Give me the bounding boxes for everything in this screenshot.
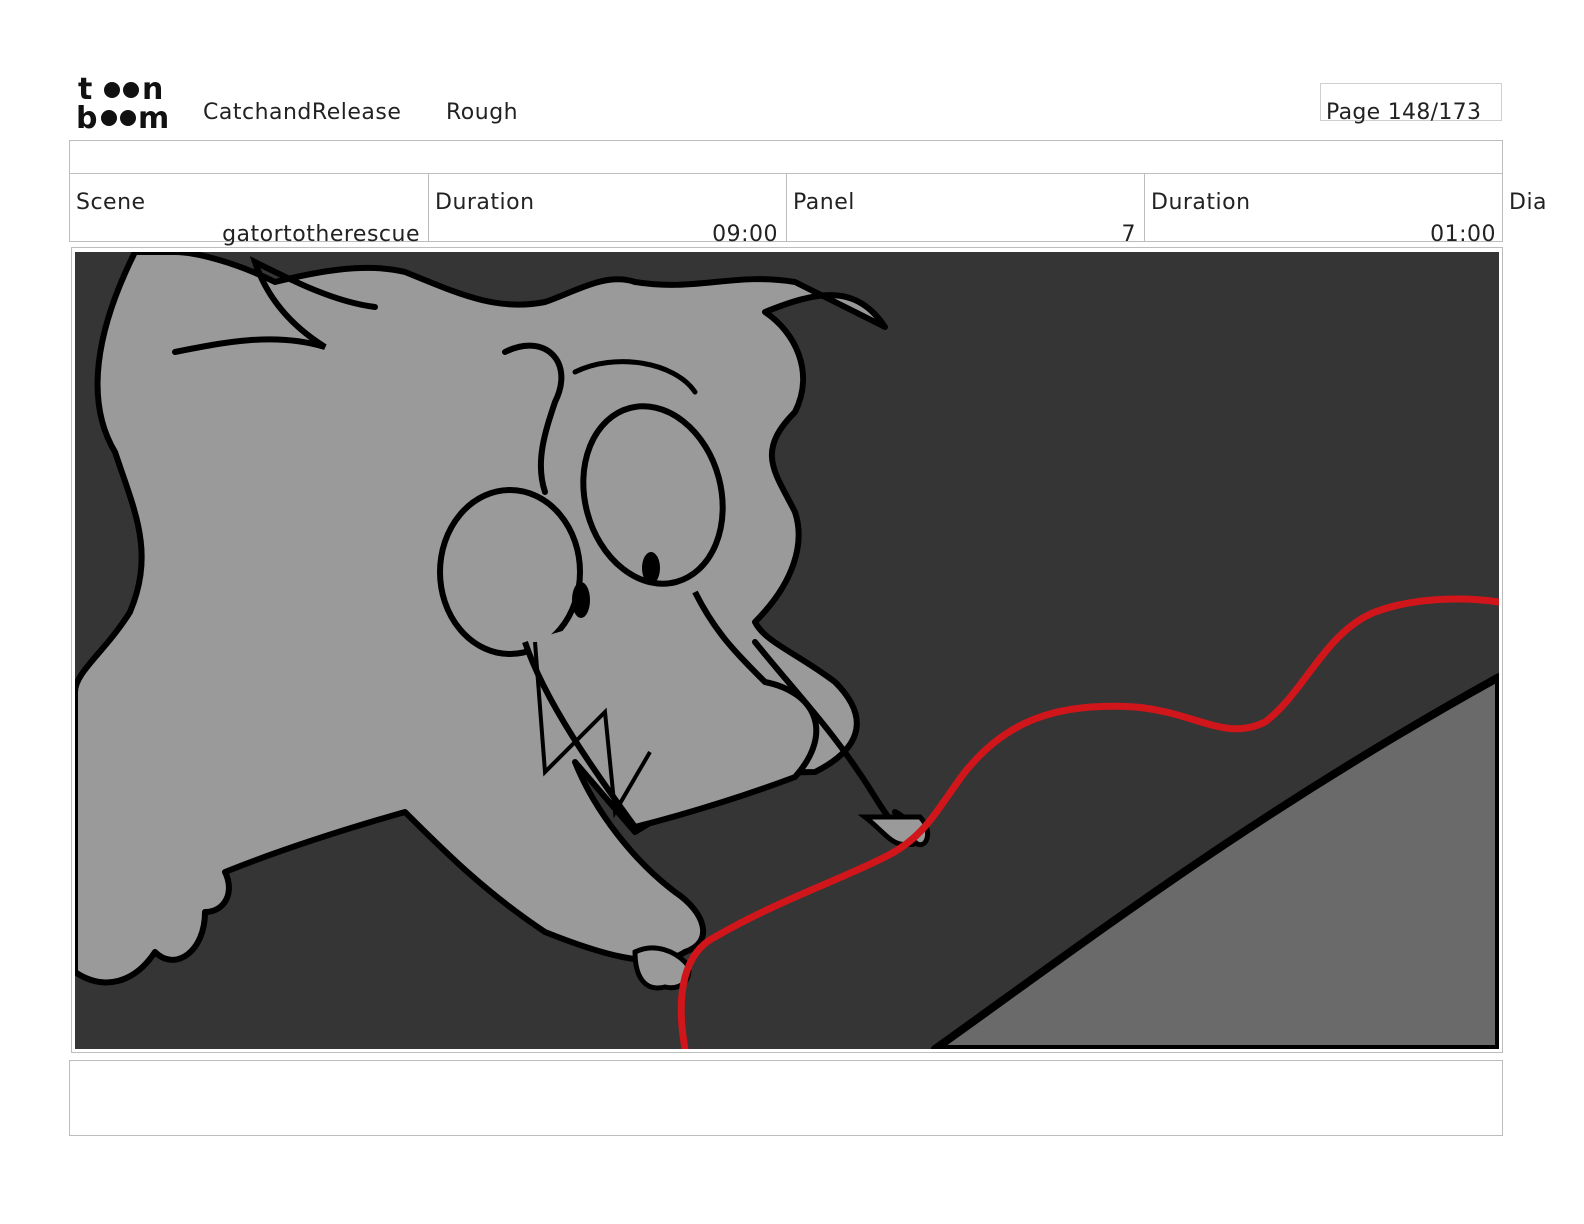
panel-duration-cell: Duration 01:00 — [1145, 174, 1504, 247]
storyboard-panel-image — [75, 252, 1499, 1049]
page-number: Page 148/173 — [1326, 100, 1482, 125]
panel-duration-value: 01:00 — [1430, 222, 1496, 247]
toonboom-logo: t n b m — [76, 72, 169, 132]
panel-cell: Panel 7 — [787, 174, 1145, 247]
scene-duration-value: 09:00 — [712, 222, 778, 247]
caption-box — [69, 1060, 1503, 1136]
panel-label: Panel — [793, 190, 855, 215]
dialogue-label: Dia — [1509, 190, 1548, 215]
header-strip — [69, 140, 1503, 174]
mode-label: Rough — [446, 100, 519, 125]
scene-duration-label: Duration — [435, 190, 535, 215]
panel-duration-label: Duration — [1151, 190, 1251, 215]
gator-pupil-left — [572, 582, 590, 618]
project-name: CatchandRelease — [203, 100, 402, 125]
scene-label: Scene — [76, 190, 146, 215]
scene-duration-cell: Duration 09:00 — [429, 174, 787, 247]
scene-cell: Scene gatortotherescue — [70, 174, 429, 247]
scene-value: gatortotherescue — [222, 222, 420, 247]
panel-value: 7 — [1121, 222, 1136, 247]
panel-info-row: Scene gatortotherescue Duration 09:00 Pa… — [69, 174, 1504, 247]
gator-eye-left — [437, 487, 583, 657]
gator-pupil-right — [642, 552, 660, 584]
svg-text:m: m — [138, 101, 169, 132]
svg-text:b: b — [76, 101, 97, 132]
